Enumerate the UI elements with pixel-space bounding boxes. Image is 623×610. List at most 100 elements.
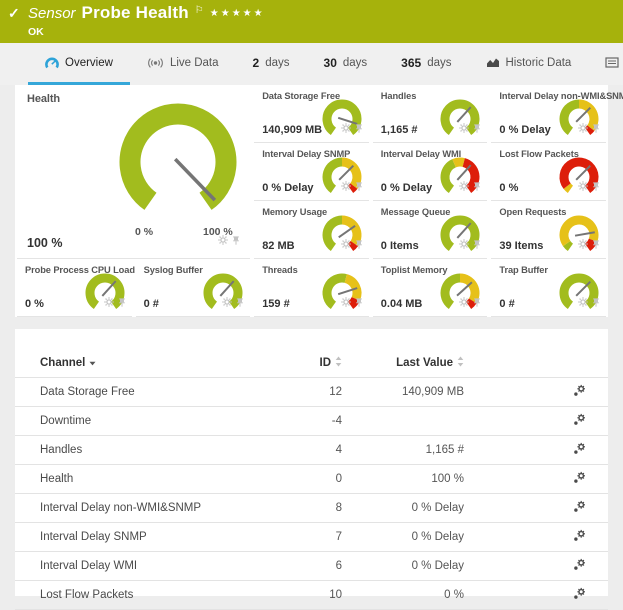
table-row[interactable]: Interval Delay SNMP70 % Delay [15,523,608,552]
gear-icon[interactable] [218,232,228,249]
gauge-tile-probe-process-cpu-load[interactable]: Probe Process CPU Load0 % [17,259,132,317]
table-row[interactable]: Handles41,165 # [15,436,608,465]
flag-icon[interactable]: ⚐ [195,5,204,16]
gauge-tile-toplist-memory[interactable]: Toplist Memory0.04 MB [373,259,488,317]
channel-id: 6 [221,552,343,581]
chart-icon [486,57,500,68]
pin-icon[interactable] [473,236,481,254]
tile-value: 0 % [499,182,518,194]
pin-icon[interactable] [592,236,600,254]
table-row[interactable]: Lost Flow Packets100 % [15,581,608,610]
gear-icon[interactable] [341,236,351,254]
tab-label: days [343,57,367,69]
channel-settings-icon[interactable] [573,384,586,397]
channel-settings-icon[interactable] [573,558,586,571]
channel-settings-icon[interactable] [573,529,586,542]
tab-overview[interactable]: Overview [28,43,130,85]
pin-icon[interactable] [236,294,244,312]
pin-icon[interactable] [232,232,240,249]
tab-365-days[interactable]: 365days [384,43,468,85]
gauge-tile-memory-usage[interactable]: Memory Usage82 MB [254,201,369,259]
gauge-tile-trap-buffer[interactable]: Trap Buffer0 # [491,259,606,317]
channel-last-value: 0 % Delay [343,552,465,581]
channel-name: Interval Delay SNMP [15,523,221,552]
tab-log[interactable]: Log [588,43,623,85]
channel-settings-icon[interactable] [573,471,586,484]
tile-title: Message Queue [381,207,451,217]
pin-icon[interactable] [232,232,240,250]
channel-name: Downtime [15,407,221,436]
tile-value: 1,165 # [381,124,418,136]
gauge-tile-syslog-buffer[interactable]: Syslog Buffer0 # [136,259,251,317]
gauge-scale-min: 0 % [135,226,153,238]
sort-icon [335,356,342,370]
tile-value: 0 % Delay [262,182,313,194]
table-row[interactable]: Interval Delay non-WMI&SNMP80 % Delay [15,494,608,523]
gear-icon[interactable] [459,178,469,196]
channel-id: 7 [221,523,343,552]
tab-label: days [265,57,289,69]
gauge-tile-handles[interactable]: Handles1,165 # [373,85,488,143]
gear-icon[interactable] [341,120,351,138]
pin-icon[interactable] [355,120,363,138]
pin-icon[interactable] [592,294,600,312]
tile-title: Syslog Buffer [144,265,203,275]
gear-icon[interactable] [459,120,469,138]
tab-30-days[interactable]: 30days [307,43,385,85]
channel-settings-icon[interactable] [573,442,586,455]
gear-icon[interactable] [578,178,588,196]
tile-title: Health [27,93,60,105]
gear-icon[interactable] [578,236,588,254]
gear-icon[interactable] [341,178,351,196]
gauge-tile-interval-delay-wmi[interactable]: Interval Delay WMI0 % Delay [373,143,488,201]
health-tile[interactable]: Health 0 % 100 % 100 % [17,85,250,259]
pin-icon[interactable] [592,120,600,138]
gear-icon[interactable] [218,232,228,250]
gear-icon[interactable] [341,294,351,312]
tile-title: Lost Flow Packets [499,149,578,159]
gear-icon[interactable] [578,294,588,312]
gauge-tile-lost-flow-packets[interactable]: Lost Flow Packets 0 % [491,143,606,201]
table-row[interactable]: Downtime-4 [15,407,608,436]
channel-settings-icon[interactable] [573,413,586,426]
gauge-tile-data-storage-free[interactable]: Data Storage Free140,909 MB [254,85,369,143]
tile-value: 100 % [27,236,62,250]
tile-value: 0 % [25,298,44,310]
pin-icon[interactable] [355,178,363,196]
tab-historic-data[interactable]: Historic Data [469,43,589,85]
gear-icon[interactable] [459,294,469,312]
column-header-last-value[interactable]: Last Value [343,349,465,378]
gauge-tile-interval-delay-non-wmi-snmp[interactable]: Interval Delay non-WMI&SNMP0 % Delay [491,85,606,143]
channel-settings-icon[interactable] [573,500,586,513]
pin-icon[interactable] [592,178,600,196]
pin-icon[interactable] [473,120,481,138]
pin-icon[interactable] [118,294,126,312]
channel-last-value [343,407,465,436]
channel-id: 10 [221,581,343,610]
pin-icon[interactable] [473,294,481,312]
tab-label: Historic Data [506,57,572,69]
tab-2-days[interactable]: 2days [236,43,307,85]
column-header-id[interactable]: ID [221,349,343,378]
gauge-tile-threads[interactable]: Threads159 # [254,259,369,317]
pin-icon[interactable] [355,294,363,312]
gauge-tile-open-requests[interactable]: Open Requests39 Items [491,201,606,259]
gear-icon[interactable] [459,236,469,254]
priority-stars[interactable]: ★★★★★ [210,8,265,19]
column-header-channel[interactable]: Channel [15,349,221,378]
pin-icon[interactable] [355,236,363,254]
pin-icon[interactable] [473,178,481,196]
gauge-tile-interval-delay-snmp[interactable]: Interval Delay SNMP0 % Delay [254,143,369,201]
gear-icon[interactable] [578,120,588,138]
gear-icon[interactable] [104,294,114,312]
table-row[interactable]: Interval Delay WMI60 % Delay [15,552,608,581]
tab-label: Live Data [170,57,219,69]
gauge-tile-message-queue[interactable]: Message Queue0 Items [373,201,488,259]
table-row[interactable]: Data Storage Free12140,909 MB [15,378,608,407]
channel-name: Handles [15,436,221,465]
table-row[interactable]: Health0100 % [15,465,608,494]
tab-live-data[interactable]: Live Data [130,43,236,85]
channel-last-value: 0 % Delay [343,523,465,552]
channel-settings-icon[interactable] [573,587,586,600]
gear-icon[interactable] [222,294,232,312]
